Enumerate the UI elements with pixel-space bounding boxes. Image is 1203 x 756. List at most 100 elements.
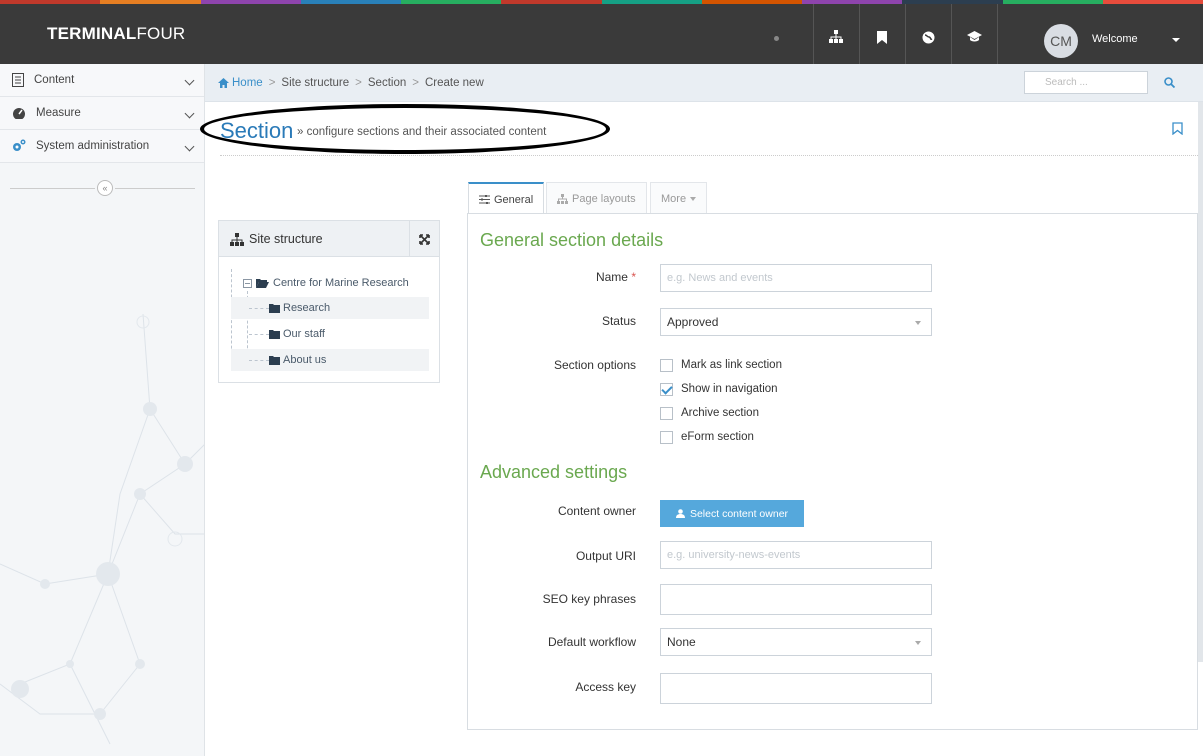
output-uri-field[interactable]: e.g. university-news-events	[660, 541, 932, 569]
tab-general[interactable]: General	[468, 182, 545, 215]
app-logo[interactable]: TERMINALFOUR	[47, 24, 185, 44]
name-label: Name *	[595, 270, 636, 284]
tree-guide	[249, 359, 269, 361]
tab-label: General	[494, 193, 534, 206]
chevron-down-icon	[184, 141, 195, 152]
access-key-field[interactable]	[660, 673, 932, 704]
tree-guide	[249, 333, 269, 335]
checkbox[interactable]	[660, 430, 673, 444]
site-structure-title: Site structure	[249, 232, 323, 246]
breadcrumb: Home > Site structure > Section > Create…	[218, 77, 484, 89]
folder-open-icon	[256, 279, 269, 288]
stripe-segment	[601, 0, 702, 4]
tree-node-label: Centre for Marine Research	[273, 277, 409, 289]
breadcrumb-item[interactable]: Site structure	[281, 77, 349, 89]
graduation-cap-icon[interactable]	[951, 14, 997, 60]
bookmark-icon[interactable]	[1172, 122, 1183, 138]
divider	[997, 4, 998, 64]
breadcrumb-bar: Home > Site structure > Section > Create…	[205, 64, 1203, 102]
checkbox[interactable]	[660, 406, 673, 420]
chevron-down-icon	[915, 641, 921, 645]
stripe-segment	[1002, 0, 1103, 4]
status-select[interactable]: Approved	[660, 308, 932, 336]
sitemap-icon[interactable]	[813, 14, 859, 60]
tree-node-about-us[interactable]: About us	[231, 349, 429, 371]
gears-icon	[13, 139, 26, 151]
name-field[interactable]: e.g. News and events	[660, 264, 932, 292]
breadcrumb-home-link[interactable]: Home	[232, 77, 263, 89]
sitemap-icon	[230, 233, 244, 246]
expand-panel-button[interactable]	[409, 221, 439, 257]
sidebar-item-measure[interactable]: Measure	[0, 97, 204, 130]
home-icon[interactable]	[218, 78, 229, 88]
checkbox[interactable]	[660, 358, 673, 372]
section-options-label: Section options	[553, 358, 636, 372]
welcome-label[interactable]: Welcome	[1092, 33, 1138, 45]
tree-guide	[249, 307, 269, 309]
seo-key-phrases-field[interactable]	[660, 584, 932, 615]
stripe-segment	[200, 0, 301, 4]
globe-icon[interactable]	[905, 14, 951, 60]
breadcrumb-separator: >	[355, 77, 362, 89]
stripe-segment	[701, 0, 802, 4]
advanced-settings-title: Advanced settings	[480, 462, 628, 482]
eform-section-checkbox[interactable]: eForm section	[660, 428, 754, 446]
tree-node-label: Research	[283, 302, 331, 314]
stripe-segment	[902, 0, 1003, 4]
divider	[220, 155, 1198, 156]
sidebar-item-label: Measure	[36, 107, 81, 119]
collapse-icon[interactable]	[243, 278, 252, 288]
content-owner-label: Content owner	[557, 504, 636, 518]
tab-label: More	[661, 192, 687, 205]
tab-more[interactable]: More	[650, 182, 708, 214]
stripe-segment	[401, 0, 502, 4]
archive-section-checkbox[interactable]: Archive section	[660, 404, 759, 422]
select-content-owner-button[interactable]: Select content owner	[660, 500, 804, 527]
breadcrumb-separator: >	[268, 77, 276, 89]
checkbox[interactable]	[660, 382, 673, 396]
tree-node-research[interactable]: Research	[231, 297, 429, 319]
annotation-ellipse	[200, 104, 610, 154]
sidebar-item-label: Content	[34, 74, 75, 86]
page-scrollbar[interactable]	[1198, 102, 1203, 662]
access-key-label: Access key	[575, 680, 636, 694]
collapse-sidebar-button[interactable]: «	[97, 180, 113, 196]
mark-as-link-checkbox[interactable]: Mark as link section	[660, 356, 782, 374]
sidebar-item-system-administration[interactable]: System administration	[0, 130, 204, 163]
checkbox-label: eForm section	[681, 431, 754, 443]
checkbox-label: Mark as link section	[681, 359, 782, 371]
breadcrumb-item[interactable]: Section	[368, 77, 406, 89]
chevron-down-icon	[184, 75, 195, 86]
stripe-segment	[501, 0, 602, 4]
button-label: Select content owner	[689, 507, 789, 520]
chevron-down-icon	[184, 108, 195, 119]
tree-node-root[interactable]: Centre for Marine Research	[231, 272, 429, 294]
avatar[interactable]: CM	[1044, 24, 1078, 58]
sitemap-icon	[557, 193, 568, 204]
status-value: Approved	[667, 315, 719, 329]
bookmark-icon[interactable]	[859, 14, 905, 60]
chevron-down-icon	[690, 196, 697, 201]
tree-node-our-staff[interactable]: Our staff	[231, 323, 429, 345]
tree-node-label: Our staff	[283, 328, 325, 340]
folder-icon	[269, 329, 280, 339]
tab-page-layouts[interactable]: Page layouts	[546, 182, 647, 214]
chevron-down-icon	[915, 321, 921, 325]
top-bar: TERMINALFOUR CM Welcome	[0, 0, 1203, 64]
user-icon	[675, 509, 685, 518]
stripe-segment	[1102, 0, 1203, 4]
default-workflow-select[interactable]: None	[660, 628, 932, 656]
stripe-segment	[300, 0, 401, 4]
output-uri-label: Output URI	[575, 549, 636, 563]
sliders-icon	[479, 195, 490, 204]
chevron-down-icon[interactable]	[1172, 38, 1180, 42]
search-input[interactable]: Search ...	[1024, 71, 1148, 94]
breadcrumb-separator: >	[412, 77, 419, 89]
search-icon	[1163, 77, 1175, 88]
sidebar-item-content[interactable]: Content	[0, 64, 204, 97]
search-button[interactable]	[1154, 71, 1184, 94]
tab-label: Page layouts	[572, 192, 636, 205]
sidebar: Content Measure System administration «	[0, 64, 205, 756]
show-in-navigation-checkbox[interactable]: Show in navigation	[660, 380, 778, 398]
network-background-graphic	[0, 313, 204, 745]
